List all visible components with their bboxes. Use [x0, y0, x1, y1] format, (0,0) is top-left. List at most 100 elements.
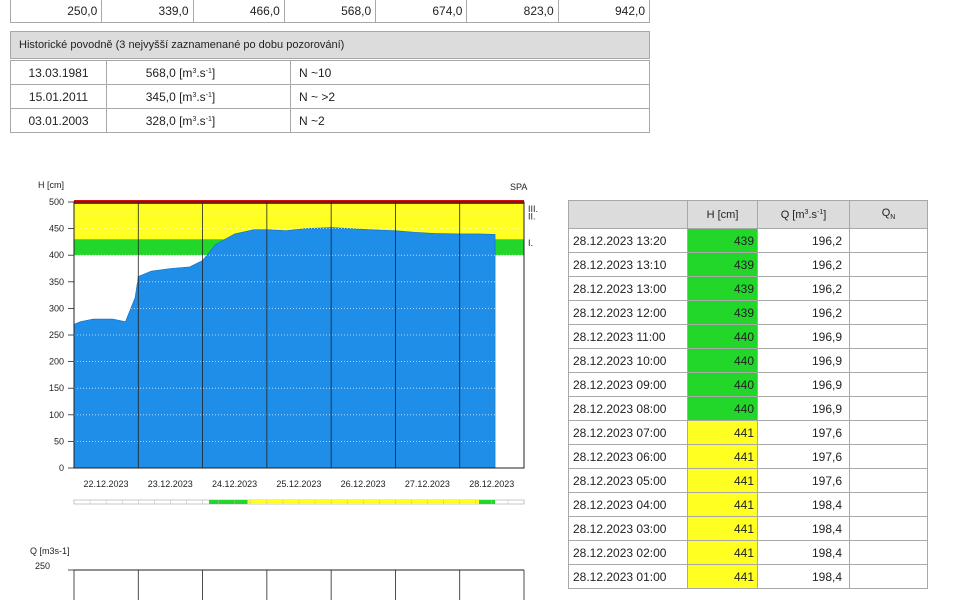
table-cell: 942,0 [557, 0, 651, 23]
return-period-values-table: 250,0 339,0 466,0 568,0 674,0 823,0 942,… [9, 0, 651, 23]
table-header-row: H [cm] Q [m3.s-1] QN [568, 200, 928, 229]
header-q: Q [m3.s-1] [757, 200, 850, 229]
level-cell: 441 [687, 444, 758, 469]
time-cell: 28.12.2023 09:00 [568, 372, 688, 397]
time-cell: 28.12.2023 08:00 [568, 396, 688, 421]
table-row: 28.12.2023 13:20 439 196,2 [568, 228, 928, 253]
qn-cell [849, 540, 928, 565]
measurements-table: H [cm] Q [m3.s-1] QN 28.12.2023 13:20 439… [568, 200, 928, 589]
x-tick-label: 23.12.2023 [148, 479, 193, 489]
q-tick-label: 250 [35, 561, 50, 571]
flood-discharge: 568,0 [m3.s-1] [106, 60, 291, 85]
y-tick-label: 250 [49, 330, 64, 340]
y-axis-label: H [cm] [38, 180, 64, 190]
level-cell: 439 [687, 228, 758, 253]
discharge-cell: 196,2 [757, 252, 850, 277]
table-row: 28.12.2023 05:00 441 197,6 [568, 468, 928, 493]
header-qn: QN [849, 200, 928, 229]
y-tick-label: 500 [49, 197, 64, 207]
status-strip-green [209, 500, 248, 504]
historical-floods-table: 13.03.1981 568,0 [m3.s-1] N ~10 15.01.20… [10, 60, 650, 133]
level-cell: 440 [687, 348, 758, 373]
spa-label: SPA [510, 182, 527, 192]
time-cell: 28.12.2023 12:00 [568, 300, 688, 325]
flood-date: 13.03.1981 [10, 60, 107, 85]
table-row: 28.12.2023 02:00 441 198,4 [568, 540, 928, 565]
flood-discharge: 328,0 [m3.s-1] [106, 108, 291, 133]
y-tick-label: 50 [54, 436, 64, 446]
level-cell: 440 [687, 396, 758, 421]
y-tick-label: 200 [49, 357, 64, 367]
y-tick-label: 400 [49, 250, 64, 260]
x-tick-label: 27.12.2023 [405, 479, 450, 489]
qn-cell [849, 516, 928, 541]
qn-cell [849, 420, 928, 445]
table-row: 28.12.2023 08:00 440 196,9 [568, 396, 928, 421]
discharge-cell: 198,4 [757, 540, 850, 565]
level-cell: 441 [687, 564, 758, 589]
time-cell: 28.12.2023 10:00 [568, 348, 688, 373]
discharge-cell: 197,6 [757, 468, 850, 493]
table-cell: 568,0 [283, 0, 377, 23]
qn-cell [849, 468, 928, 493]
y-tick-label: 150 [49, 383, 64, 393]
discharge-cell: 197,6 [757, 420, 850, 445]
qn-cell [849, 300, 928, 325]
historical-floods-heading: Historické povodně (3 nejvyšší zaznamena… [10, 31, 650, 59]
discharge-cell: 197,6 [757, 444, 850, 469]
time-cell: 28.12.2023 13:20 [568, 228, 688, 253]
x-tick-label: 24.12.2023 [212, 479, 257, 489]
discharge-cell: 198,4 [757, 516, 850, 541]
table-row: 28.12.2023 07:00 441 197,6 [568, 420, 928, 445]
flood-return-period: N ~10 [290, 60, 650, 85]
qn-cell [849, 444, 928, 469]
level-cell: 440 [687, 372, 758, 397]
table-row: 250,0 339,0 466,0 568,0 674,0 823,0 942,… [9, 0, 651, 23]
table-row: 28.12.2023 12:00 439 196,2 [568, 300, 928, 325]
level-cell: 440 [687, 324, 758, 349]
y-tick-label: 350 [49, 277, 64, 287]
table-row: 28.12.2023 09:00 440 196,9 [568, 372, 928, 397]
time-cell: 28.12.2023 11:00 [568, 324, 688, 349]
level-cell: 441 [687, 468, 758, 493]
q-axis-label: Q [m3s-1] [30, 546, 70, 556]
level-cell: 439 [687, 300, 758, 325]
table-cell: 823,0 [466, 0, 559, 23]
table-row: 03.01.2003 328,0 [m3.s-1] N ~2 [10, 108, 650, 133]
table-row: 28.12.2023 11:00 440 196,9 [568, 324, 928, 349]
qn-cell [849, 324, 928, 349]
flood-date: 15.01.2011 [10, 84, 107, 109]
table-row: 28.12.2023 03:00 441 198,4 [568, 516, 928, 541]
table-row: 15.01.2011 345,0 [m3.s-1] N ~ >2 [10, 84, 650, 109]
level-cell: 439 [687, 276, 758, 301]
status-strip-green [479, 500, 496, 504]
time-cell: 28.12.2023 02:00 [568, 540, 688, 565]
time-cell: 28.12.2023 04:00 [568, 492, 688, 517]
discharge-cell: 198,4 [757, 564, 850, 589]
qn-cell [849, 252, 928, 277]
qn-cell [849, 396, 928, 421]
qn-cell [849, 348, 928, 373]
discharge-cell: 196,9 [757, 372, 850, 397]
x-tick-label: 28.12.2023 [469, 479, 514, 489]
flood-discharge: 345,0 [m3.s-1] [106, 84, 291, 109]
table-cell: 674,0 [375, 0, 468, 23]
water-level-chart: H [cm] SPA 0 50 100 150 200 250 300 350 400 450 50… [30, 180, 538, 600]
table-row: 28.12.2023 10:00 440 196,9 [568, 348, 928, 373]
discharge-cell: 196,2 [757, 276, 850, 301]
y-tick-label: 100 [49, 410, 64, 420]
header-time [568, 200, 688, 229]
qn-cell [849, 276, 928, 301]
discharge-cell: 196,9 [757, 348, 850, 373]
time-cell: 28.12.2023 06:00 [568, 444, 688, 469]
qn-cell [849, 564, 928, 589]
table-cell: 250,0 [9, 0, 103, 23]
level-cell: 441 [687, 420, 758, 445]
flood-level-label: II. [528, 212, 536, 222]
level-cell: 439 [687, 252, 758, 277]
discharge-cell: 198,4 [757, 492, 850, 517]
flood-return-period: N ~2 [290, 108, 650, 133]
flood-level-label: I. [528, 238, 533, 248]
table-row: 28.12.2023 06:00 441 197,6 [568, 444, 928, 469]
discharge-cell: 196,2 [757, 300, 850, 325]
